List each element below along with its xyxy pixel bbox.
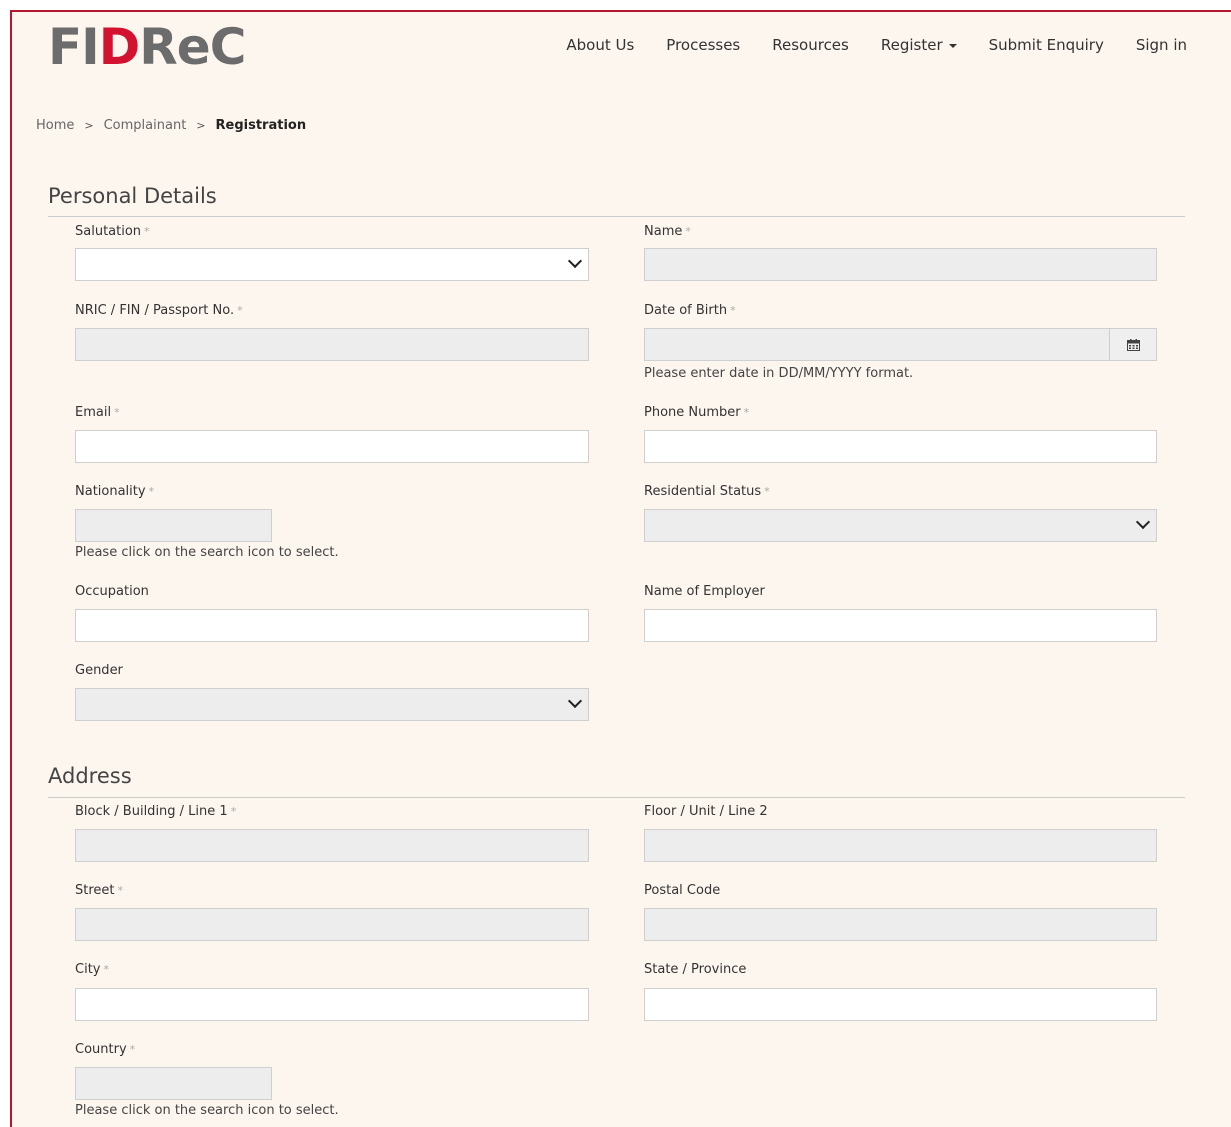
city-label-text: City <box>75 962 101 977</box>
required-mark: * <box>144 225 150 238</box>
nric-input[interactable] <box>75 328 589 361</box>
email-label-text: Email <box>75 405 112 420</box>
employer-input[interactable] <box>644 609 1157 642</box>
required-mark: * <box>764 485 770 498</box>
address-line2-label-text: Floor / Unit / Line 2 <box>644 804 768 819</box>
breadcrumb-current: Registration <box>215 118 307 133</box>
fidrec-logo[interactable]: FI D ReC <box>48 18 246 76</box>
postal-code-input[interactable] <box>644 908 1157 941</box>
salutation-label-text: Salutation <box>75 224 142 239</box>
section-divider <box>48 216 1185 217</box>
phone-input[interactable] <box>644 430 1157 463</box>
state-label: State / Province <box>644 962 746 977</box>
country-input[interactable] <box>75 1067 272 1100</box>
state-input[interactable] <box>644 988 1157 1021</box>
chevron-down-icon <box>567 253 583 269</box>
employer-label: Name of Employer <box>644 584 765 599</box>
name-label-text: Name <box>644 224 683 239</box>
country-help-text: Please click on the search icon to selec… <box>75 1103 339 1118</box>
dob-label: Date of Birth * <box>644 303 736 318</box>
required-mark: * <box>117 884 124 897</box>
section-title-personal-details: Personal Details <box>48 184 217 208</box>
occupation-input[interactable] <box>75 609 589 642</box>
street-input[interactable] <box>75 908 589 941</box>
address-line1-input[interactable] <box>75 829 589 862</box>
nav-processes[interactable]: Processes <box>666 36 740 54</box>
required-mark: * <box>743 406 750 419</box>
salutation-select[interactable] <box>75 248 589 281</box>
required-mark: * <box>730 304 736 317</box>
email-input[interactable] <box>75 430 589 463</box>
nationality-label: Nationality * <box>75 484 154 499</box>
required-mark: * <box>129 1043 136 1056</box>
address-line1-label-text: Block / Building / Line 1 <box>75 804 228 819</box>
residential-status-label: Residential Status * <box>644 484 770 499</box>
postal-code-label: Postal Code <box>644 883 720 898</box>
nav-register[interactable]: Register <box>881 36 957 54</box>
nationality-input[interactable] <box>75 509 272 542</box>
caret-down-icon <box>948 43 957 48</box>
section-divider <box>48 797 1185 798</box>
address-line2-label: Floor / Unit / Line 2 <box>644 804 768 819</box>
street-label: Street * <box>75 883 123 898</box>
chevron-down-icon <box>1135 514 1151 530</box>
nationality-label-text: Nationality <box>75 484 146 499</box>
nav-resources[interactable]: Resources <box>772 36 849 54</box>
dob-help-text: Please enter date in DD/MM/YYYY format. <box>644 366 914 381</box>
dob-input[interactable] <box>644 328 1157 361</box>
required-mark: * <box>103 963 109 976</box>
occupation-label: Occupation <box>75 584 149 599</box>
residential-status-label-text: Residential Status <box>644 484 762 499</box>
top-nav: About Us Processes Resources Register Su… <box>566 36 1187 54</box>
nric-label: NRIC / FIN / Passport No. * <box>75 303 243 318</box>
address-line2-input[interactable] <box>644 829 1157 862</box>
gender-label-text: Gender <box>75 663 123 678</box>
name-input[interactable] <box>644 248 1157 281</box>
postal-code-label-text: Postal Code <box>644 883 721 898</box>
email-label: Email * <box>75 405 120 420</box>
phone-label-text: Phone Number <box>644 405 741 420</box>
occupation-label-text: Occupation <box>75 584 149 599</box>
page-frame: FI D ReC About Us Processes Resources Regi… <box>10 10 1231 1127</box>
dob-label-text: Date of Birth <box>644 303 728 318</box>
breadcrumb-home[interactable]: Home <box>36 118 74 133</box>
logo-text-part2: D <box>98 18 141 76</box>
nav-register-label: Register <box>880 36 943 54</box>
nationality-help-text: Please click on the search icon to selec… <box>75 545 339 560</box>
employer-label-text: Name of Employer <box>644 584 765 599</box>
breadcrumb: Home > Complainant > Registration <box>36 118 306 133</box>
breadcrumb-separator: > <box>84 119 94 132</box>
required-mark: * <box>114 406 120 419</box>
logo-text-part1: FI <box>48 18 100 76</box>
breadcrumb-complainant[interactable]: Complainant <box>104 118 187 133</box>
city-label: City * <box>75 962 109 977</box>
section-title-address: Address <box>48 764 132 788</box>
gender-label: Gender <box>75 663 123 678</box>
nric-label-text: NRIC / FIN / Passport No. <box>75 303 235 318</box>
breadcrumb-separator: > <box>196 119 206 132</box>
nav-about-us[interactable]: About Us <box>566 36 634 54</box>
required-mark: * <box>685 225 691 238</box>
address-line1-label: Block / Building / Line 1 * <box>75 804 236 819</box>
street-label-text: Street <box>75 883 115 898</box>
calendar-icon <box>1126 338 1140 351</box>
required-mark: * <box>148 485 155 498</box>
country-label-text: Country <box>75 1042 127 1057</box>
country-label: Country * <box>75 1042 135 1057</box>
gender-select[interactable] <box>75 688 589 721</box>
city-input[interactable] <box>75 988 589 1021</box>
phone-label: Phone Number * <box>644 405 749 420</box>
name-label: Name * <box>644 224 691 239</box>
required-mark: * <box>230 805 237 818</box>
nav-sign-in[interactable]: Sign in <box>1136 36 1187 54</box>
calendar-button[interactable] <box>1109 329 1156 360</box>
salutation-label: Salutation * <box>75 224 150 239</box>
chevron-down-icon <box>567 693 583 709</box>
residential-status-select[interactable] <box>644 509 1157 542</box>
state-label-text: State / Province <box>644 962 747 977</box>
nav-submit-enquiry[interactable]: Submit Enquiry <box>989 36 1104 54</box>
required-mark: * <box>237 304 243 317</box>
logo-text-part3: ReC <box>139 18 246 76</box>
